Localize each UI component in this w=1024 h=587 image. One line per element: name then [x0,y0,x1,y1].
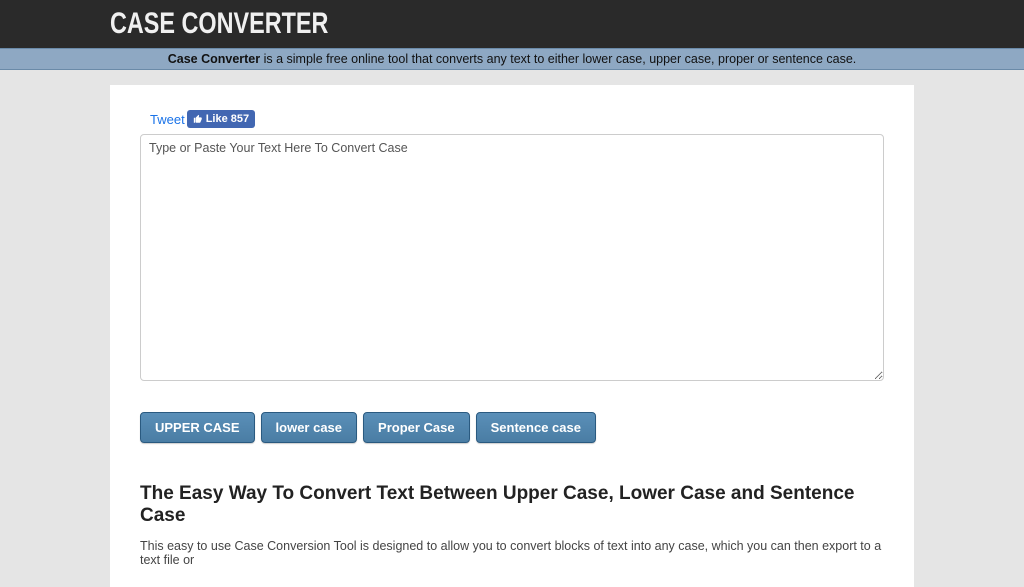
site-title: CASE CONVERTER [110,7,328,41]
button-row: UPPER CASE lower case Proper Case Senten… [140,412,884,443]
thumbs-up-icon [193,114,203,124]
main-card: Tweet Like 857 UPPER CASE lower case Pro… [110,85,914,587]
article-body: This easy to use Case Conversion Tool is… [140,539,884,567]
tagline-rest: is a simple free online tool that conver… [260,52,856,66]
text-input[interactable] [140,134,884,381]
content-wrap: Tweet Like 857 UPPER CASE lower case Pro… [0,70,1024,587]
sentence-case-button[interactable]: Sentence case [476,412,596,443]
lower-case-button[interactable]: lower case [261,412,358,443]
fb-like-button[interactable]: Like 857 [187,110,255,128]
proper-case-button[interactable]: Proper Case [363,412,470,443]
fb-like-label: Like [206,113,228,125]
tweet-button[interactable]: Tweet [150,112,185,127]
article-heading: The Easy Way To Convert Text Between Upp… [140,483,884,527]
upper-case-button[interactable]: UPPER CASE [140,412,255,443]
fb-like-count: 857 [231,113,249,125]
tagline-bar: Case Converter is a simple free online t… [0,48,1024,70]
social-row: Tweet Like 857 [140,110,884,128]
tagline-text: Case Converter is a simple free online t… [168,52,857,66]
tagline-bold: Case Converter [168,52,260,66]
header-dark: CASE CONVERTER [0,0,1024,48]
